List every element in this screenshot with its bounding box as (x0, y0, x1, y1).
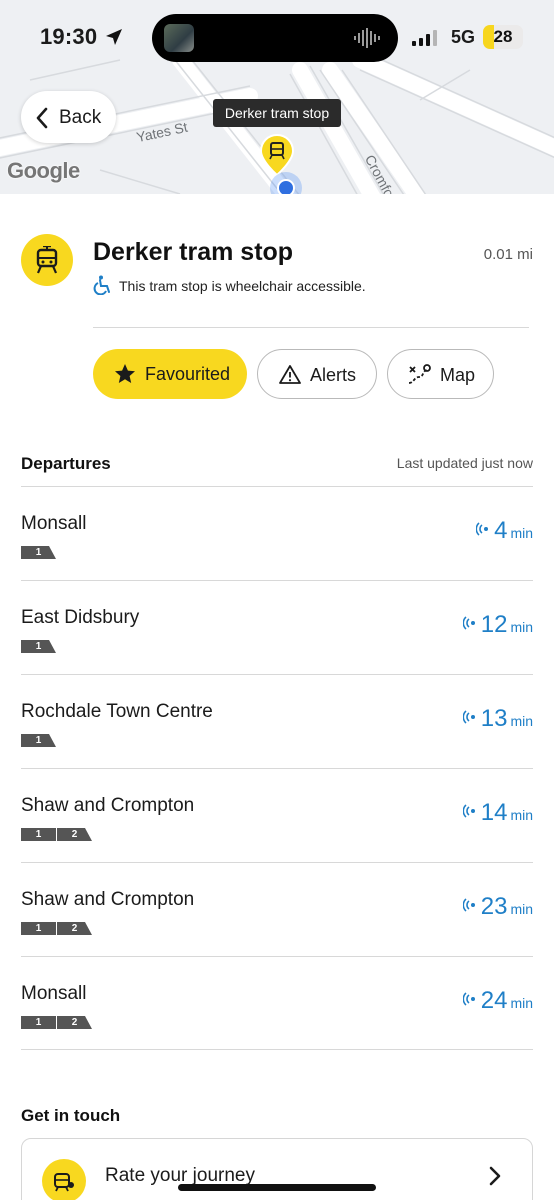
tram-stop-badge (21, 234, 73, 286)
departure-row[interactable]: East Didsbury 1 12 min (21, 580, 533, 674)
departure-destination: Monsall (21, 513, 87, 534)
last-updated-text: Last updated just now (396, 455, 533, 471)
wheelchair-icon (93, 275, 110, 295)
carriage-tag: 2 (57, 922, 92, 935)
live-tracking-icon (462, 898, 475, 912)
departure-unit: min (510, 995, 533, 1011)
departure-row[interactable]: Monsall 1 4 min (21, 486, 533, 580)
battery-indicator: 28 (483, 25, 523, 49)
map-button[interactable]: Map (387, 349, 494, 399)
battery-percentage: 28 (493, 27, 513, 46)
departure-minutes: 24 (480, 987, 508, 1014)
departure-destination: Shaw and Crompton (21, 795, 195, 816)
stop-detail-sheet: Derker tram stop 0.01 mi This tram stop … (0, 194, 554, 1200)
carriage-tag: 2 (57, 1016, 92, 1029)
alerts-label: Alerts (310, 365, 357, 385)
departure-minutes: 12 (480, 611, 508, 638)
departure-destination: Rochdale Town Centre (21, 701, 213, 722)
departure-destination: East Didsbury (21, 607, 140, 628)
get-in-touch-heading: Get in touch (21, 1106, 121, 1125)
warning-triangle-icon (279, 365, 301, 384)
chevron-right-icon (489, 1166, 501, 1186)
live-tracking-icon (462, 710, 475, 724)
departure-minutes: 23 (480, 893, 508, 920)
departure-unit: min (510, 619, 533, 635)
departure-unit: min (510, 807, 533, 823)
departure-row[interactable]: Shaw and Crompton 1 2 14 min (21, 768, 533, 862)
tram-icon (36, 246, 58, 274)
now-playing-thumbnail (164, 24, 194, 52)
alerts-button[interactable]: Alerts (257, 349, 377, 399)
network-type: 5G (451, 27, 476, 47)
map-route-icon (408, 364, 431, 384)
dynamic-island (152, 14, 398, 62)
departure-minutes: 4 (494, 517, 508, 544)
stop-title: Derker tram stop (93, 238, 294, 266)
carriage-tag: 1 (21, 734, 56, 747)
map-label: Map (440, 365, 476, 385)
carriage-tag: 2 (57, 828, 92, 841)
favourited-button[interactable]: Favourited (93, 349, 247, 399)
divider (93, 327, 529, 328)
departure-destination: Monsall (21, 983, 87, 1004)
live-tracking-icon (462, 992, 475, 1006)
tram-stop-map-pin-icon[interactable] (259, 133, 295, 177)
google-logo: Google (7, 158, 80, 183)
live-tracking-icon (462, 804, 475, 818)
rate-journey-badge (42, 1159, 86, 1200)
departure-unit: min (510, 525, 533, 541)
live-tracking-icon (462, 616, 475, 630)
live-tracking-icon (476, 522, 489, 536)
back-button-label: Back (59, 107, 102, 128)
departure-unit: min (510, 901, 533, 917)
status-bar: 19:30 5G 28 (0, 0, 554, 72)
carriage-tag: 1 (21, 922, 56, 935)
star-icon (115, 364, 135, 383)
departures-list: Monsall 1 4 min East Didsbury 1 12 min Rochdale … (21, 486, 533, 1050)
cellular-signal-icon (412, 30, 437, 46)
back-button[interactable]: Back (21, 91, 116, 143)
carriage-tag: 1 (21, 640, 56, 653)
departures-heading: Departures (21, 454, 111, 473)
carriage-tag: 1 (21, 1016, 56, 1029)
departure-destination: Shaw and Crompton (21, 889, 195, 910)
departure-minutes: 14 (480, 799, 508, 826)
status-time: 19:30 (40, 24, 98, 49)
home-indicator[interactable] (178, 1184, 376, 1191)
favourited-label: Favourited (145, 364, 231, 384)
chevron-left-icon (36, 107, 48, 129)
map-stop-tooltip[interactable]: Derker tram stop (213, 99, 341, 127)
carriage-tag: 1 (21, 546, 56, 559)
stop-distance: 0.01 mi (483, 246, 533, 263)
tram-feedback-icon (54, 1173, 74, 1192)
location-arrow-icon (106, 29, 122, 45)
departure-row[interactable]: Rochdale Town Centre 1 13 min (21, 674, 533, 768)
audio-waveform-icon (354, 28, 380, 48)
departure-row[interactable]: Shaw and Crompton 1 2 23 min (21, 862, 533, 956)
departure-unit: min (510, 713, 533, 729)
departure-minutes: 13 (480, 705, 508, 732)
accessibility-text: This tram stop is wheelchair accessible. (119, 278, 366, 294)
map-view[interactable]: 19:30 5G 28 Back Yates St Cromford S Goo… (0, 0, 554, 194)
departure-row[interactable]: Monsall 1 2 24 min (21, 956, 533, 1050)
carriage-tag: 1 (21, 828, 56, 841)
